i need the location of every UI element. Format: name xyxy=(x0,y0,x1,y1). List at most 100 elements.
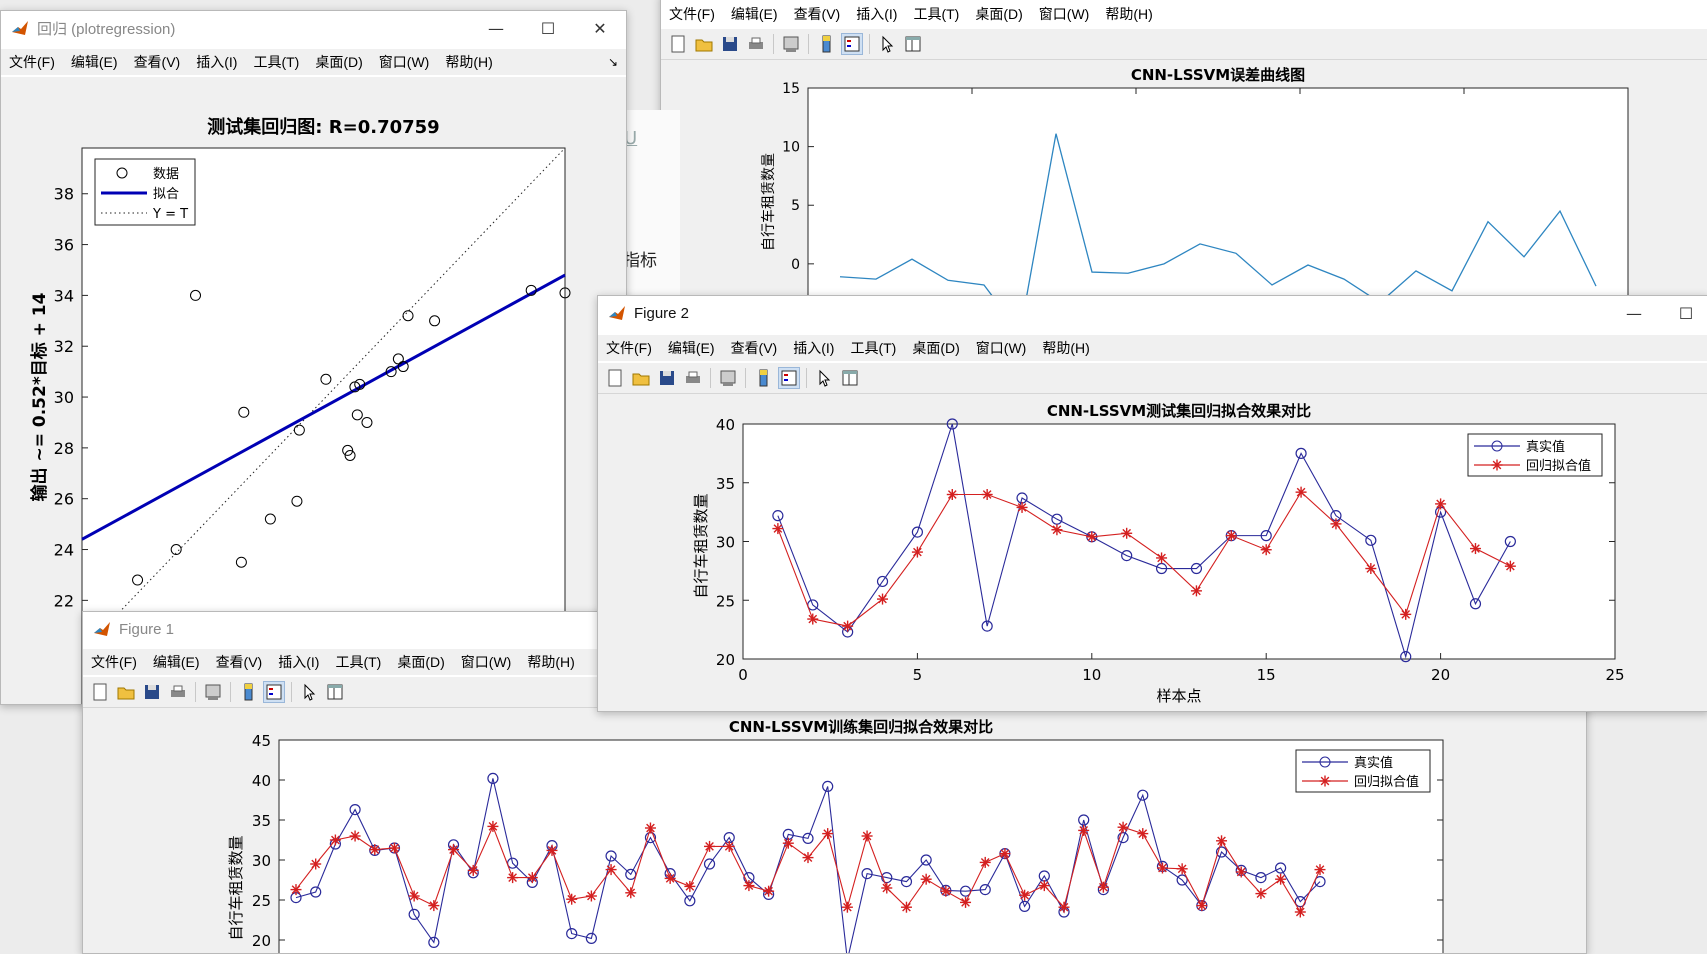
print-icon[interactable] xyxy=(745,33,767,55)
open-folder-icon[interactable] xyxy=(630,367,652,389)
menu-desktop[interactable]: 桌面(D) xyxy=(912,338,959,358)
print-icon[interactable] xyxy=(167,681,189,703)
data-point xyxy=(900,901,912,913)
data-point xyxy=(1314,864,1326,876)
legend-icon[interactable] xyxy=(778,367,800,389)
chart-title: CNN-LSSVM训练集回归拟合效果对比 xyxy=(729,718,993,736)
data-point xyxy=(1400,608,1412,620)
menu-file[interactable]: 文件(F) xyxy=(669,4,715,24)
data-point xyxy=(329,834,341,846)
menu-desktop[interactable]: 桌面(D) xyxy=(315,52,362,72)
print-preview-icon[interactable] xyxy=(202,681,224,703)
menu-tools[interactable]: 工具(T) xyxy=(253,52,299,72)
save-icon[interactable] xyxy=(141,681,163,703)
menu-tools[interactable]: 工具(T) xyxy=(913,4,959,24)
colorbar-icon[interactable] xyxy=(815,33,837,55)
menu-edit[interactable]: 编辑(E) xyxy=(731,4,778,24)
figure2-titlebar[interactable]: Figure 2 — ☐ ✕ xyxy=(598,296,1707,330)
menu-tools[interactable]: 工具(T) xyxy=(335,652,381,672)
close-button[interactable]: ✕ xyxy=(574,11,626,45)
data-point xyxy=(1255,888,1267,900)
minimize-button[interactable]: — xyxy=(1608,296,1660,330)
dock-arrow-icon[interactable]: ↘ xyxy=(608,55,618,69)
minimize-button[interactable]: — xyxy=(470,11,522,45)
menu-help[interactable]: 帮助(H) xyxy=(1042,338,1089,358)
background-fragment-text: 指标 xyxy=(623,251,657,271)
toolbar-separator xyxy=(710,368,711,388)
data-point xyxy=(625,887,637,899)
y-tick-label: 32 xyxy=(54,337,74,356)
data-point xyxy=(841,901,853,913)
menu-window[interactable]: 窗口(W) xyxy=(461,652,512,672)
figure2-menubar: 文件(F) 编辑(E) 查看(V) 插入(I) 工具(T) 桌面(D) 窗口(W… xyxy=(598,335,1707,361)
menu-desktop[interactable]: 桌面(D) xyxy=(397,652,444,672)
menu-view[interactable]: 查看(V) xyxy=(794,4,841,24)
menu-file[interactable]: 文件(F) xyxy=(606,338,652,358)
data-point xyxy=(408,890,420,902)
menu-file[interactable]: 文件(F) xyxy=(91,652,137,672)
menu-window[interactable]: 窗口(W) xyxy=(1039,4,1090,24)
menu-window[interactable]: 窗口(W) xyxy=(379,52,430,72)
maximize-button[interactable]: ☐ xyxy=(1660,296,1707,330)
menu-view[interactable]: 查看(V) xyxy=(731,338,778,358)
new-file-icon[interactable] xyxy=(89,681,111,703)
menu-help[interactable]: 帮助(H) xyxy=(445,52,492,72)
colorbar-icon[interactable] xyxy=(237,681,259,703)
menu-edit[interactable]: 编辑(E) xyxy=(668,338,715,358)
y-tick-label: 35 xyxy=(252,812,271,830)
y-tick-label: 25 xyxy=(252,892,271,910)
menu-insert[interactable]: 插入(I) xyxy=(196,52,237,72)
menu-insert[interactable]: 插入(I) xyxy=(856,4,897,24)
menu-edit[interactable]: 编辑(E) xyxy=(153,652,200,672)
property-editor-icon[interactable] xyxy=(324,681,346,703)
menu-view[interactable]: 查看(V) xyxy=(216,652,263,672)
menu-desktop[interactable]: 桌面(D) xyxy=(975,4,1022,24)
menu-tools[interactable]: 工具(T) xyxy=(850,338,896,358)
save-icon[interactable] xyxy=(656,367,678,389)
property-editor-icon[interactable] xyxy=(839,367,861,389)
data-point xyxy=(1294,906,1306,918)
menu-insert[interactable]: 插入(I) xyxy=(278,652,319,672)
regression-window-title: 回归 (plotregression) xyxy=(37,20,176,38)
new-file-icon[interactable] xyxy=(604,367,626,389)
print-icon[interactable] xyxy=(682,367,704,389)
toolbar-separator xyxy=(291,682,292,702)
save-icon[interactable] xyxy=(719,33,741,55)
data-point xyxy=(290,884,302,896)
regression-menubar: 文件(F) 编辑(E) 查看(V) 插入(I) 工具(T) 桌面(D) 窗口(W… xyxy=(1,49,626,75)
regression-titlebar[interactable]: 回归 (plotregression) — ☐ ✕ xyxy=(1,11,626,45)
pointer-icon[interactable] xyxy=(813,367,835,389)
menu-edit[interactable]: 编辑(E) xyxy=(71,52,118,72)
y-tick-label: 25 xyxy=(716,592,735,610)
pointer-icon[interactable] xyxy=(298,681,320,703)
figure2-window-title: Figure 2 xyxy=(634,304,690,322)
open-folder-icon[interactable] xyxy=(115,681,137,703)
pointer-icon[interactable] xyxy=(876,33,898,55)
toolbar-separator xyxy=(806,368,807,388)
property-editor-icon[interactable] xyxy=(902,33,924,55)
data-point xyxy=(861,830,873,842)
legend-icon[interactable] xyxy=(263,681,285,703)
matlab-icon xyxy=(11,19,29,37)
legend-icon[interactable] xyxy=(841,33,863,55)
new-file-icon[interactable] xyxy=(667,33,689,55)
figure2-toolbar xyxy=(598,363,1707,394)
colorbar-icon[interactable] xyxy=(752,367,774,389)
open-folder-icon[interactable] xyxy=(693,33,715,55)
figure1-canvas: CNN-LSSVM训练集回归拟合效果对比 45 40 35 30 25 20 自行车租赁数量 真… xyxy=(83,708,1586,953)
print-preview-icon[interactable] xyxy=(717,367,739,389)
menu-help[interactable]: 帮助(H) xyxy=(527,652,574,672)
menu-insert[interactable]: 插入(I) xyxy=(793,338,834,358)
menu-file[interactable]: 文件(F) xyxy=(9,52,55,72)
figure2-canvas: CNN-LSSVM测试集回归拟合效果对比 40 35 30 25 20 自行车租赁数量 0 5 1… xyxy=(598,394,1707,711)
chart-title: CNN-LSSVM误差曲线图 xyxy=(1131,66,1305,84)
y-tick-label: 30 xyxy=(54,388,74,407)
y-tick-label: 5 xyxy=(791,198,800,214)
print-preview-icon[interactable] xyxy=(780,33,802,55)
menu-window[interactable]: 窗口(W) xyxy=(976,338,1027,358)
y-tick-label: 15 xyxy=(782,81,800,97)
menu-view[interactable]: 查看(V) xyxy=(134,52,181,72)
toolbar-separator xyxy=(808,34,809,54)
menu-help[interactable]: 帮助(H) xyxy=(1105,4,1152,24)
maximize-button[interactable]: ☐ xyxy=(522,11,574,45)
